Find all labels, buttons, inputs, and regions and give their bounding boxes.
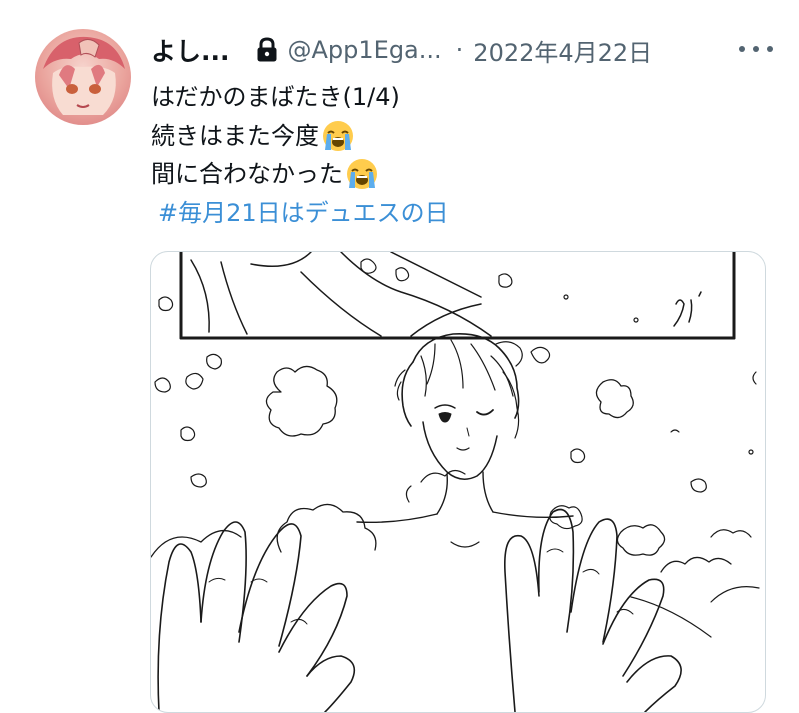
tweet-media-image[interactable] [150, 251, 766, 713]
display-name[interactable]: よし... [151, 32, 230, 68]
more-icon[interactable] [739, 36, 773, 62]
separator-dot: · [455, 36, 464, 64]
tweet-line: 間に合わなかった [151, 155, 449, 194]
tweet-line: #毎月21日はデュエスの日 [151, 194, 449, 233]
user-handle[interactable]: @App1Ega... [288, 36, 442, 64]
hashtag-link[interactable]: #毎月21日はデュエスの日 [158, 194, 449, 233]
tweet-line: 続きはまた今度 [151, 117, 449, 156]
lock-icon [256, 37, 278, 63]
tweet-date[interactable]: 2022年4月22日 [473, 33, 652, 68]
tweet-line: はだかのまばたき(1/4) [151, 78, 449, 117]
tweet-line-text: 続きはまた今度 [151, 121, 319, 150]
loudly-crying-face-icon [321, 119, 355, 153]
loudly-crying-face-icon [345, 157, 379, 191]
tweet-text: はだかのまばたき(1/4) 続きはまた今度 間に合わなかった #毎月21日はデュ… [151, 78, 449, 232]
tweet-line-text: 間に合わなかった [151, 160, 343, 188]
tweet-line-text: はだかのまばたき(1/4) [151, 83, 400, 111]
tweet-header: よし... @App1Ega... · 2022年4月22日 [151, 30, 779, 70]
avatar-image [43, 36, 125, 115]
avatar[interactable] [35, 29, 131, 125]
artist-signature [673, 291, 702, 327]
